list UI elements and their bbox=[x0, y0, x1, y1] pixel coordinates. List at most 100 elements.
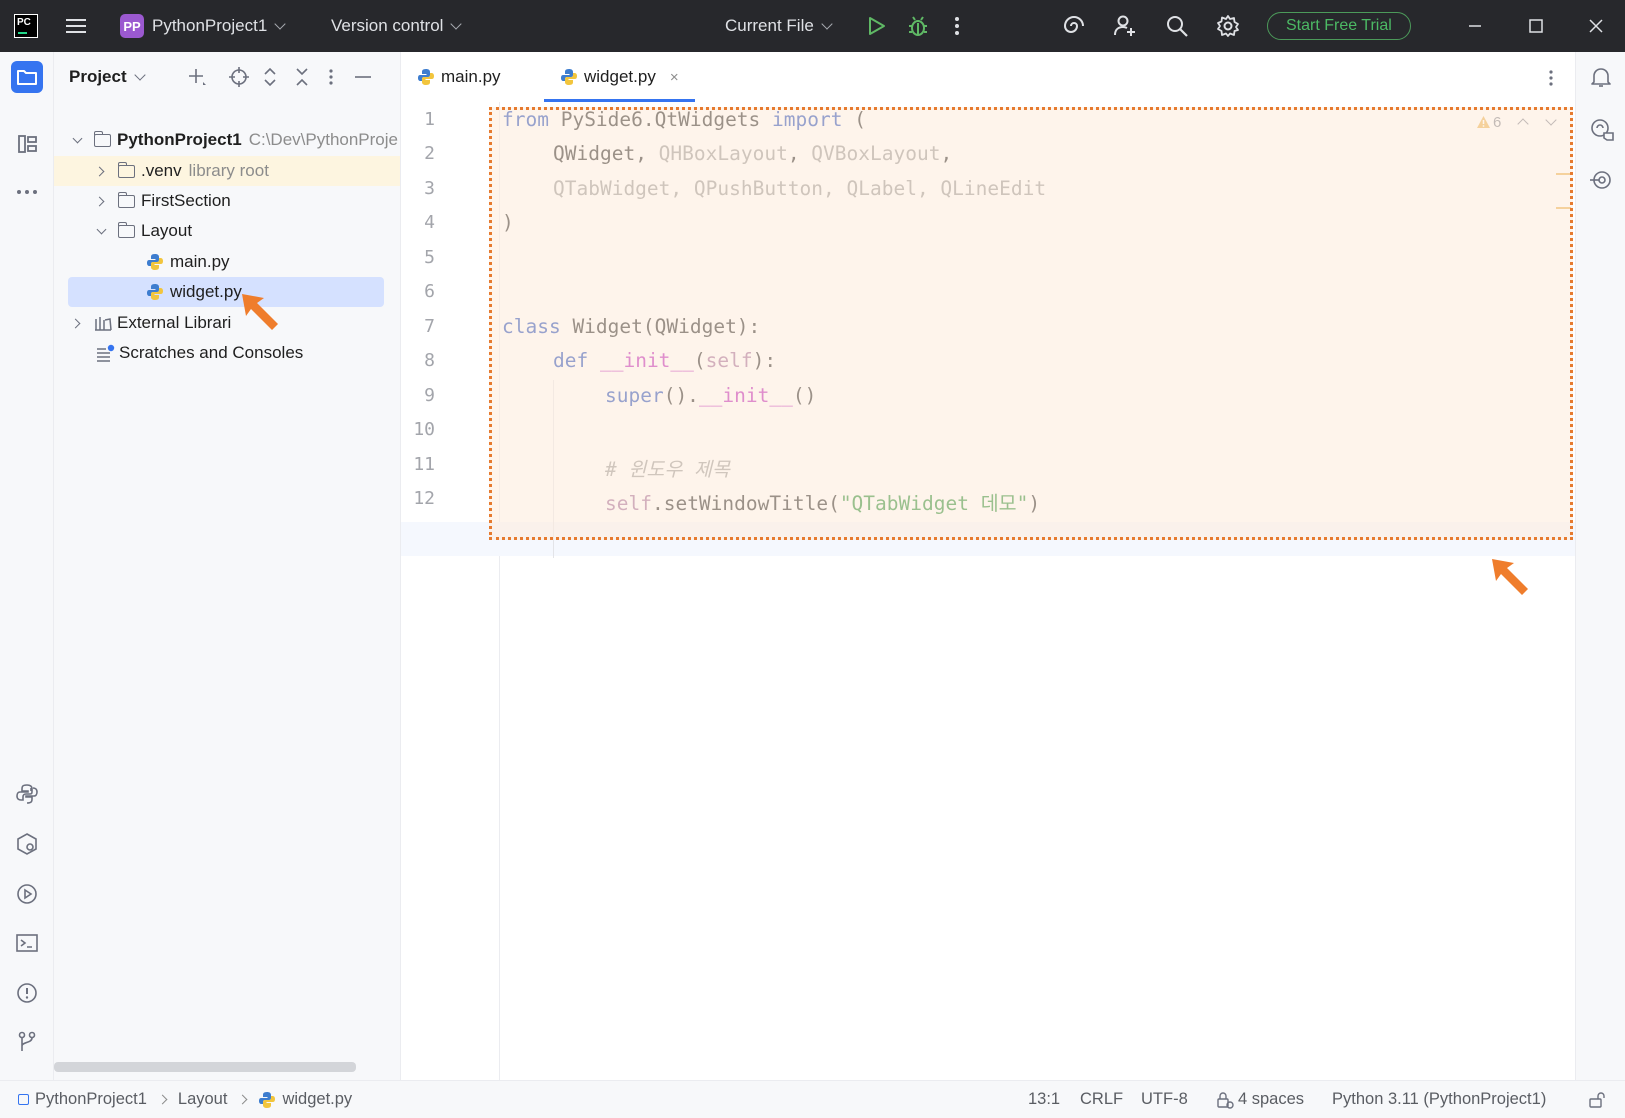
project-switcher[interactable]: PP PythonProject1 bbox=[120, 0, 286, 52]
settings-button[interactable] bbox=[1216, 0, 1240, 52]
ai-chat-icon[interactable] bbox=[1589, 117, 1615, 141]
run-config-selector[interactable]: Current File bbox=[725, 0, 833, 52]
python-file-icon bbox=[418, 69, 434, 85]
add-file-icon[interactable] bbox=[186, 66, 208, 88]
breadcrumb-item[interactable]: PythonProject1 bbox=[35, 1090, 147, 1109]
tree-item-layout[interactable]: Layout bbox=[54, 216, 400, 246]
close-tab-icon[interactable]: × bbox=[670, 69, 679, 86]
run-circle-icon bbox=[17, 884, 37, 904]
warning-stripe-mark[interactable] bbox=[1556, 207, 1571, 209]
run-tool-button[interactable] bbox=[11, 878, 43, 910]
tree-item-path: C:\Dev\PythonProje bbox=[248, 130, 398, 149]
endpoints-icon[interactable] bbox=[1589, 168, 1613, 192]
start-free-trial-button[interactable]: Start Free Trial bbox=[1267, 12, 1411, 40]
git-button[interactable] bbox=[11, 1026, 43, 1058]
more-actions-button[interactable] bbox=[953, 0, 961, 52]
tree-item-scratches[interactable]: Scratches and Consoles bbox=[54, 338, 400, 368]
problems-button[interactable] bbox=[11, 977, 43, 1009]
tree-item-label: .venv bbox=[141, 161, 182, 180]
close-window-button[interactable] bbox=[1587, 0, 1605, 52]
chevron-right-icon[interactable] bbox=[94, 196, 105, 206]
folder-icon bbox=[117, 221, 135, 238]
file-encoding[interactable]: UTF-8 bbox=[1141, 1081, 1188, 1118]
indent-setting[interactable]: 4 spaces bbox=[1216, 1081, 1304, 1118]
run-button[interactable] bbox=[865, 0, 887, 52]
tab-label: widget.py bbox=[584, 67, 656, 86]
pointer-arrow-icon bbox=[242, 294, 278, 330]
python-packages-button[interactable] bbox=[11, 778, 43, 810]
notifications-bell-icon[interactable] bbox=[1589, 65, 1613, 89]
tab-options-icon[interactable] bbox=[1547, 67, 1555, 89]
left-tool-strip bbox=[0, 52, 54, 1080]
options-vertical-icon[interactable] bbox=[327, 66, 335, 88]
project-tool-button[interactable] bbox=[11, 61, 43, 93]
readonly-toggle[interactable] bbox=[1588, 1081, 1608, 1118]
tab-main-py[interactable]: main.py bbox=[417, 52, 501, 102]
breadcrumb-item[interactable]: widget.py bbox=[282, 1090, 352, 1109]
code-token: ( bbox=[693, 349, 706, 372]
tree-item-venv[interactable]: .venv library root bbox=[54, 156, 400, 186]
breadcrumb-item[interactable]: Layout bbox=[178, 1090, 228, 1109]
tab-widget-py[interactable]: widget.py × bbox=[544, 52, 695, 102]
horizontal-scrollbar[interactable] bbox=[54, 1062, 356, 1072]
terminal-button[interactable] bbox=[11, 927, 43, 959]
code-token: PySide6.QtWidgets bbox=[548, 108, 773, 131]
code-token: , bbox=[940, 142, 953, 165]
chevron-down-icon[interactable] bbox=[133, 68, 146, 81]
tree-item-main-py[interactable]: main.py bbox=[54, 247, 400, 277]
tree-item-widget-py[interactable]: widget.py bbox=[68, 277, 384, 307]
collapse-all-icon[interactable] bbox=[292, 66, 312, 88]
expand-all-icon[interactable] bbox=[260, 66, 280, 88]
scratches-icon bbox=[97, 344, 115, 362]
add-user-button[interactable] bbox=[1112, 0, 1138, 52]
main-menu-button[interactable] bbox=[64, 0, 88, 52]
python-interpreter[interactable]: Python 3.11 (PythonProject1) bbox=[1332, 1081, 1546, 1118]
warning-stripe-mark[interactable] bbox=[1556, 173, 1571, 175]
chevron-down-icon[interactable] bbox=[1545, 114, 1558, 126]
project-panel-header: Project bbox=[54, 52, 400, 102]
line-separator[interactable]: CRLF bbox=[1080, 1081, 1123, 1118]
minimize-button[interactable] bbox=[1466, 0, 1484, 52]
chevron-right-icon bbox=[238, 1094, 248, 1105]
hide-panel-icon[interactable] bbox=[352, 66, 374, 88]
debug-bug-icon bbox=[909, 16, 927, 36]
project-panel-title[interactable]: Project bbox=[69, 67, 127, 87]
tree-item-project-root[interactable]: PythonProject1 C:\Dev\PythonProje bbox=[54, 125, 400, 155]
tree-item-firstsection[interactable]: FirstSection bbox=[54, 186, 400, 216]
code-token: Widget(QWidget): bbox=[560, 315, 761, 338]
vcs-menu[interactable]: Version control bbox=[331, 0, 463, 52]
python-file-icon bbox=[147, 254, 163, 270]
code-token: ( bbox=[842, 108, 866, 131]
code-token: QHBoxLayout bbox=[658, 142, 788, 165]
locate-file-icon[interactable] bbox=[228, 66, 250, 88]
caret-position[interactable]: 13:1 bbox=[1028, 1081, 1060, 1118]
chevron-down-icon[interactable] bbox=[96, 224, 107, 234]
tree-item-external-libraries[interactable]: External Librari bbox=[54, 308, 400, 338]
tab-label: main.py bbox=[441, 67, 501, 86]
code-line-8: def __init__(self): bbox=[553, 349, 776, 372]
indent-label: 4 spaces bbox=[1238, 1090, 1305, 1108]
services-button[interactable] bbox=[11, 828, 43, 860]
breadcrumb: PythonProject1 Layout widget.py bbox=[18, 1081, 352, 1118]
chevron-up-icon[interactable] bbox=[1517, 118, 1530, 130]
more-vertical-icon bbox=[955, 17, 959, 35]
chevron-right-icon[interactable] bbox=[70, 318, 81, 328]
maximize-button[interactable] bbox=[1527, 0, 1545, 52]
app-logo[interactable]: PC bbox=[14, 0, 38, 52]
search-icon bbox=[1167, 16, 1188, 37]
debug-button[interactable] bbox=[906, 0, 930, 52]
search-button[interactable] bbox=[1165, 0, 1189, 52]
code-area[interactable]: from PySide6.QtWidgets import ( QWidget,… bbox=[401, 102, 1575, 562]
code-token: QVBoxLayout bbox=[811, 142, 941, 165]
warning-icon bbox=[1477, 116, 1490, 128]
code-token: __init__ bbox=[599, 349, 694, 372]
inspection-widget[interactable]: 6 bbox=[1476, 112, 1558, 132]
chevron-right-icon[interactable] bbox=[94, 166, 105, 176]
run-icon bbox=[869, 17, 885, 35]
more-tools-button[interactable] bbox=[11, 176, 43, 208]
chevron-down-icon[interactable] bbox=[72, 133, 83, 143]
structure-tool-button[interactable] bbox=[11, 128, 43, 160]
ai-assistant-button[interactable] bbox=[1061, 0, 1087, 52]
folder-icon bbox=[17, 70, 37, 85]
